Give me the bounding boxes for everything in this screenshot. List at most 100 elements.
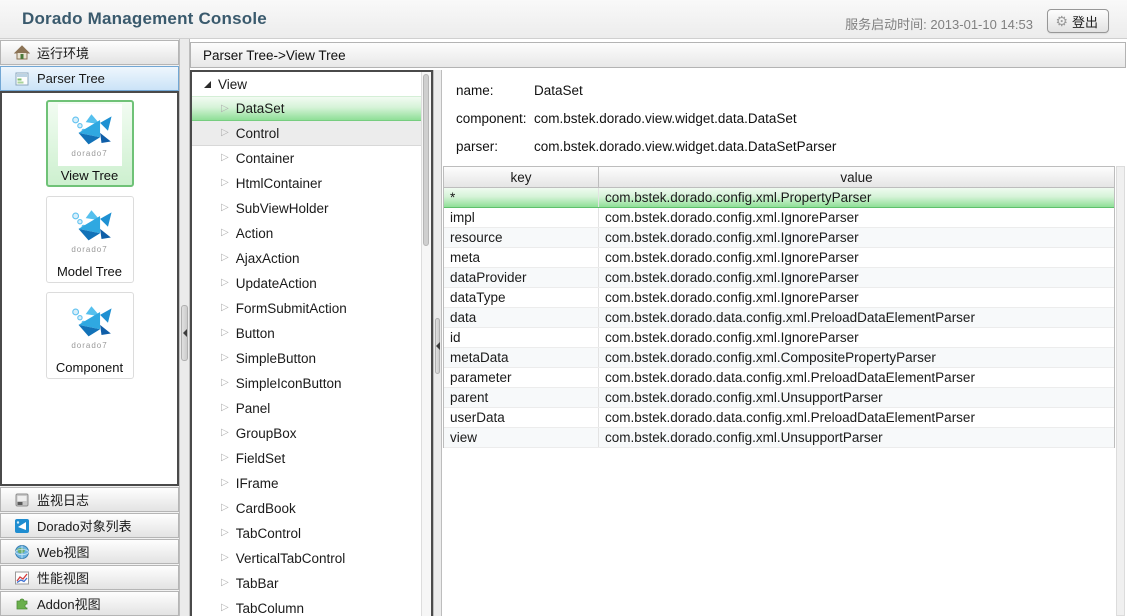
tree-node-container[interactable]: ▷Container xyxy=(192,146,421,171)
table-row[interactable]: viewcom.bstek.dorado.config.xml.Unsuppor… xyxy=(444,428,1114,448)
collapsed-arrow-icon: ▷ xyxy=(221,228,229,238)
dorado-logo: dorado7 xyxy=(58,296,122,358)
cell-key: metaData xyxy=(444,348,599,367)
parser-tree-tile-list: dorado7 View Tree dorado7 Model Tree xyxy=(0,91,179,486)
section-label: 运行环境 xyxy=(37,43,89,62)
tree-node-root[interactable]: View xyxy=(192,72,421,96)
tree-node-groupbox[interactable]: ▷GroupBox xyxy=(192,421,421,446)
table-row[interactable]: userDatacom.bstek.dorado.data.config.xml… xyxy=(444,408,1114,428)
collapsed-arrow-icon: ▷ xyxy=(221,378,229,388)
tree-node-button[interactable]: ▷Button xyxy=(192,321,421,346)
tree-node-label: View xyxy=(218,77,247,92)
sidebar-item-addon-view[interactable]: Addon视图 xyxy=(0,591,179,616)
tree-node-htmlcontainer[interactable]: ▷HtmlContainer xyxy=(192,171,421,196)
table-row[interactable]: idcom.bstek.dorado.config.xml.IgnorePars… xyxy=(444,328,1114,348)
sidebar-item-dorado-object-list[interactable]: Dorado对象列表 xyxy=(0,513,179,538)
table-row[interactable]: datacom.bstek.dorado.data.config.xml.Pre… xyxy=(444,308,1114,328)
tree-node-fieldset[interactable]: ▷FieldSet xyxy=(192,446,421,471)
field-value: com.bstek.dorado.view.widget.data.DataSe… xyxy=(534,139,836,154)
cell-key: * xyxy=(444,188,599,207)
table-row[interactable]: parametercom.bstek.dorado.data.config.xm… xyxy=(444,368,1114,388)
tree-node-label: Action xyxy=(236,226,274,241)
table-row[interactable]: implcom.bstek.dorado.config.xml.IgnorePa… xyxy=(444,208,1114,228)
tree-node-label: Container xyxy=(236,151,295,166)
cell-value: com.bstek.dorado.config.xml.IgnoreParser xyxy=(599,288,1114,307)
tree-splitter[interactable] xyxy=(433,70,442,616)
tree-node-ajaxaction[interactable]: ▷AjaxAction xyxy=(192,246,421,271)
tree-node-cardbook[interactable]: ▷CardBook xyxy=(192,496,421,521)
server-start-time: 服务启动时间: 2013-01-10 14:53 xyxy=(845,14,1033,33)
tree-node-verticaltabcontrol[interactable]: ▷VerticalTabControl xyxy=(192,546,421,571)
collapse-left-icon xyxy=(436,342,440,350)
tree-node-subviewholder[interactable]: ▷SubViewHolder xyxy=(192,196,421,221)
tree-node-panel[interactable]: ▷Panel xyxy=(192,396,421,421)
cell-value: com.bstek.dorado.config.xml.UnsupportPar… xyxy=(599,388,1114,407)
tree-node-label: TabColumn xyxy=(236,601,304,616)
table-row[interactable]: parentcom.bstek.dorado.config.xml.Unsupp… xyxy=(444,388,1114,408)
column-header-value[interactable]: value xyxy=(599,167,1114,187)
tile-label: Component xyxy=(47,360,133,375)
cell-value: com.bstek.dorado.config.xml.CompositePro… xyxy=(599,348,1114,367)
detail-scrollbar[interactable] xyxy=(1116,166,1125,616)
table-row[interactable]: dataTypecom.bstek.dorado.config.xml.Igno… xyxy=(444,288,1114,308)
tree-node-updateaction[interactable]: ▷UpdateAction xyxy=(192,271,421,296)
tree-scrollbar[interactable] xyxy=(421,72,431,616)
tile-view-tree[interactable]: dorado7 View Tree xyxy=(46,100,134,187)
server-time-value: 2013-01-10 14:53 xyxy=(930,17,1033,32)
cell-key: parameter xyxy=(444,368,599,387)
table-header-row: key value xyxy=(444,167,1114,188)
collapsed-arrow-icon: ▷ xyxy=(221,353,229,363)
sidebar-item-parser-tree[interactable]: Parser Tree xyxy=(0,66,179,91)
tree-node-label: SubViewHolder xyxy=(236,201,329,216)
cell-key: dataProvider xyxy=(444,268,599,287)
globe-icon xyxy=(14,544,30,560)
collapsed-arrow-icon: ▷ xyxy=(221,528,229,538)
table-row[interactable]: metacom.bstek.dorado.config.xml.IgnorePa… xyxy=(444,248,1114,268)
tree-node-label: Panel xyxy=(236,401,271,416)
tree-node-label: UpdateAction xyxy=(236,276,317,291)
table-row[interactable]: metaDatacom.bstek.dorado.config.xml.Comp… xyxy=(444,348,1114,368)
dorado-logo: dorado7 xyxy=(58,104,122,166)
tile-model-tree[interactable]: dorado7 Model Tree xyxy=(46,196,134,283)
tree-node-simpleiconbutton[interactable]: ▷SimpleIconButton xyxy=(192,371,421,396)
tile-label: View Tree xyxy=(48,168,132,183)
tree-node-control[interactable]: ▷Control xyxy=(192,121,421,146)
column-header-key[interactable]: key xyxy=(444,167,599,187)
tree-node-iframe[interactable]: ▷IFrame xyxy=(192,471,421,496)
home-icon xyxy=(14,45,30,61)
tree-node-simplebutton[interactable]: ▷SimpleButton xyxy=(192,346,421,371)
section-label: Addon视图 xyxy=(37,594,101,613)
table-row[interactable]: resourcecom.bstek.dorado.config.xml.Igno… xyxy=(444,228,1114,248)
tree-scrollbar-thumb[interactable] xyxy=(423,74,429,246)
logout-button[interactable]: ⚙ 登出 xyxy=(1047,9,1109,33)
table-row[interactable]: *com.bstek.dorado.config.xml.PropertyPar… xyxy=(444,188,1114,208)
sidebar-collapse-handle[interactable] xyxy=(181,305,188,361)
sidebar-item-monitor-log[interactable]: 监视日志 xyxy=(0,487,179,512)
tree-node-label: TabControl xyxy=(236,526,301,541)
section-label: Dorado对象列表 xyxy=(37,516,132,535)
sidebar-item-performance-view[interactable]: 性能视图 xyxy=(0,565,179,590)
breadcrumb-text: Parser Tree->View Tree xyxy=(203,48,346,63)
tree-node-tabbar[interactable]: ▷TabBar xyxy=(192,571,421,596)
sidebar-item-runtime-env[interactable]: 运行环境 xyxy=(0,40,179,65)
sidebar-splitter[interactable] xyxy=(179,39,190,616)
gear-icon: ⚙ xyxy=(1055,14,1068,28)
collapsed-arrow-icon: ▷ xyxy=(221,503,229,513)
tree-node-tabcolumn[interactable]: ▷TabColumn xyxy=(192,596,421,616)
tree-node-formsubmitaction[interactable]: ▷FormSubmitAction xyxy=(192,296,421,321)
cell-key: view xyxy=(444,428,599,447)
table-row[interactable]: dataProvidercom.bstek.dorado.config.xml.… xyxy=(444,268,1114,288)
tree-node-label: AjaxAction xyxy=(236,251,300,266)
tree-node-tabcontrol[interactable]: ▷ TabControl xyxy=(192,521,421,546)
cell-value: com.bstek.dorado.config.xml.IgnoreParser xyxy=(599,248,1114,267)
field-label: name: xyxy=(456,83,534,98)
section-label: Parser Tree xyxy=(37,71,105,86)
sidebar-item-web-view[interactable]: Web视图 xyxy=(0,539,179,564)
tile-component[interactable]: dorado7 Component xyxy=(46,292,134,379)
tree-collapse-handle[interactable] xyxy=(435,318,440,374)
cell-value: com.bstek.dorado.config.xml.PropertyPars… xyxy=(599,188,1114,207)
tile-label: Model Tree xyxy=(47,264,133,279)
puzzle-icon xyxy=(14,596,30,612)
tree-node-dataset[interactable]: ▷DataSet xyxy=(192,96,421,121)
tree-node-action[interactable]: ▷ Action xyxy=(192,221,421,246)
